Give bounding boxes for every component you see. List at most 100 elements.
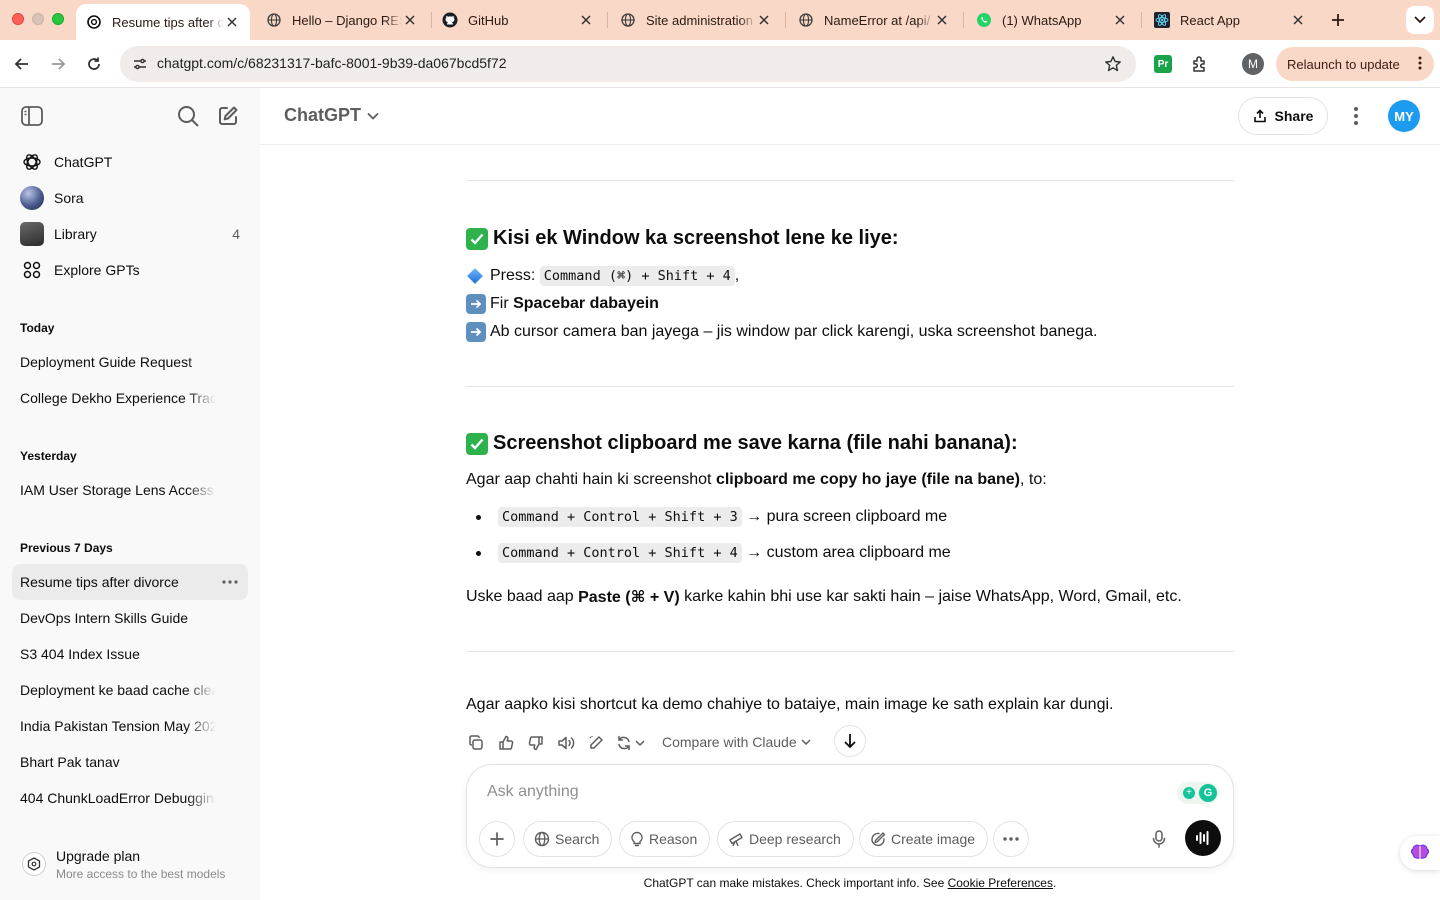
instruction-line: Ab cursor camera ban jayega – jis window…: [466, 322, 1097, 342]
plus-icon: [489, 831, 505, 847]
user-avatar[interactable]: MY: [1388, 100, 1420, 132]
attach-button[interactable]: [479, 821, 515, 857]
close-icon[interactable]: [1112, 12, 1128, 28]
more-vert-icon: [1418, 56, 1422, 70]
window-zoom-button[interactable]: [52, 13, 64, 25]
upgrade-icon: [22, 852, 46, 876]
section-heading: Screenshot clipboard me save karna (file…: [466, 432, 1018, 455]
whatsapp-icon: [976, 12, 992, 28]
thumbs-down-icon[interactable]: [526, 733, 546, 753]
brain-icon: [1410, 844, 1430, 862]
window-minimize-button[interactable]: [32, 13, 44, 25]
library-icon: [20, 222, 44, 246]
chat-history-item[interactable]: College Dekho Experience Tracking: [12, 380, 248, 416]
toggle-sidebar-icon[interactable]: [20, 104, 44, 128]
model-selector[interactable]: ChatGPT: [284, 105, 379, 126]
floating-assistant-button[interactable]: [1400, 836, 1440, 870]
chat-history-item[interactable]: Bhart Pak tanav: [12, 744, 248, 780]
cookie-preferences-link[interactable]: Cookie Preferences: [948, 876, 1053, 890]
globe-icon: [798, 12, 814, 28]
more-horizontal-icon: [1003, 837, 1019, 841]
shortcut-code: Command + Control + Shift + 3: [498, 507, 742, 527]
reason-button[interactable]: Reason: [619, 821, 711, 857]
new-chat-icon[interactable]: [216, 104, 240, 128]
image-brush-icon: [870, 831, 891, 847]
tab-github[interactable]: GitHub: [432, 0, 604, 40]
deep-research-button[interactable]: Deep research: [717, 821, 854, 857]
composer: Ask anything + G Search Reason Deep rese…: [466, 764, 1234, 868]
thumbs-up-icon[interactable]: [496, 733, 516, 753]
close-icon[interactable]: [756, 12, 772, 28]
close-icon[interactable]: [224, 14, 240, 30]
globe-icon: [266, 12, 282, 28]
close-icon[interactable]: [402, 12, 418, 28]
microphone-icon[interactable]: [1147, 827, 1171, 851]
prompt-input[interactable]: Ask anything: [487, 783, 579, 801]
close-icon[interactable]: [578, 12, 594, 28]
close-icon[interactable]: [1290, 12, 1306, 28]
disclaimer: ChatGPT can make mistakes. Check importa…: [643, 876, 1057, 890]
upgrade-plan-button[interactable]: Upgrade plan More access to the best mod…: [12, 842, 248, 886]
tab-react-app[interactable]: React App: [1144, 0, 1316, 40]
chat-history-item[interactable]: IAM User Storage Lens Access: [12, 472, 248, 508]
relaunch-to-update-button[interactable]: Relaunch to update: [1276, 47, 1434, 81]
scroll-to-bottom-button[interactable]: [834, 725, 866, 757]
bookmark-star-icon[interactable]: [1104, 55, 1122, 73]
chat-history-item[interactable]: Deployment Guide Request: [12, 344, 248, 380]
new-tab-button[interactable]: [1328, 10, 1348, 30]
reload-button[interactable]: [82, 52, 106, 76]
search-button[interactable]: Search: [523, 821, 613, 857]
more-tools-button[interactable]: [993, 821, 1029, 857]
tab-separator: [1141, 12, 1142, 28]
telescope-icon: [728, 831, 749, 847]
sidebar: ChatGPT Sora Library 4 Explore GPTs Toda…: [0, 88, 260, 900]
tab-django-rest[interactable]: Hello – Django REST framework: [256, 0, 428, 40]
sidebar-item-chatgpt[interactable]: ChatGPT: [12, 144, 248, 180]
tab-search-button[interactable]: [1406, 6, 1434, 34]
more-options-icon[interactable]: [1346, 106, 1366, 126]
tab-whatsapp[interactable]: (1) WhatsApp: [966, 0, 1138, 40]
lightbulb-icon: [630, 831, 649, 847]
sidebar-item-explore-gpts[interactable]: Explore GPTs: [12, 252, 248, 288]
more-options-icon[interactable]: [220, 572, 240, 592]
read-aloud-icon[interactable]: [556, 733, 576, 753]
voice-waveform-icon: [1195, 831, 1211, 845]
voice-mode-button[interactable]: [1185, 820, 1221, 856]
tab-site-administration[interactable]: Site administration: [610, 0, 782, 40]
chat-history-item[interactable]: Deployment ke baad cache clear: [12, 672, 248, 708]
browser-profile-avatar[interactable]: M: [1242, 53, 1264, 75]
extensions-puzzle-icon[interactable]: [1190, 54, 1210, 74]
chat-history-item[interactable]: DevOps Intern Skills Guide: [12, 600, 248, 636]
search-icon[interactable]: [176, 104, 200, 128]
forward-button[interactable]: [46, 52, 70, 76]
compare-with-claude-button[interactable]: Compare with Claude: [662, 734, 811, 750]
chat-history-item[interactable]: 404 ChunkLoadError Debugging: [12, 780, 248, 816]
tab-separator: [963, 12, 964, 28]
regenerate-icon[interactable]: [616, 733, 646, 753]
edit-canvas-icon[interactable]: [586, 733, 606, 753]
check-mark-icon: [466, 227, 488, 250]
chat-history-item-active[interactable]: Resume tips after divorce: [12, 564, 248, 600]
library-count: 4: [232, 226, 240, 242]
create-image-button[interactable]: Create image: [859, 821, 989, 857]
back-button[interactable]: [10, 52, 34, 76]
chat-history-item[interactable]: India Pakistan Tension May 2025: [12, 708, 248, 744]
sora-icon: [20, 186, 44, 210]
sidebar-item-sora[interactable]: Sora: [12, 180, 248, 216]
tab-nameerror[interactable]: NameError at /api/: [788, 0, 960, 40]
sidebar-item-library[interactable]: Library 4: [12, 216, 248, 252]
extension-pr-icon[interactable]: Pr: [1154, 55, 1172, 73]
grammarly-icon[interactable]: + G: [1177, 782, 1219, 804]
address-bar[interactable]: chatgpt.com/c/68231317-bafc-8001-9b39-da…: [120, 46, 1136, 82]
close-icon[interactable]: [934, 12, 950, 28]
intro-paragraph: Agar aap chahti hain ki screenshot clipb…: [466, 471, 1047, 488]
window-close-button[interactable]: [12, 13, 24, 25]
share-button[interactable]: Share: [1238, 97, 1328, 135]
message-actions: [466, 730, 656, 756]
chat-history-item[interactable]: S3 404 Index Issue: [12, 636, 248, 672]
copy-icon[interactable]: [466, 733, 486, 753]
site-settings-icon[interactable]: [132, 56, 148, 72]
chevron-down-icon: [797, 739, 811, 745]
section-heading-yesterday: Yesterday: [20, 449, 77, 463]
tab-resume-tips[interactable]: Resume tips after divorce: [76, 4, 250, 40]
